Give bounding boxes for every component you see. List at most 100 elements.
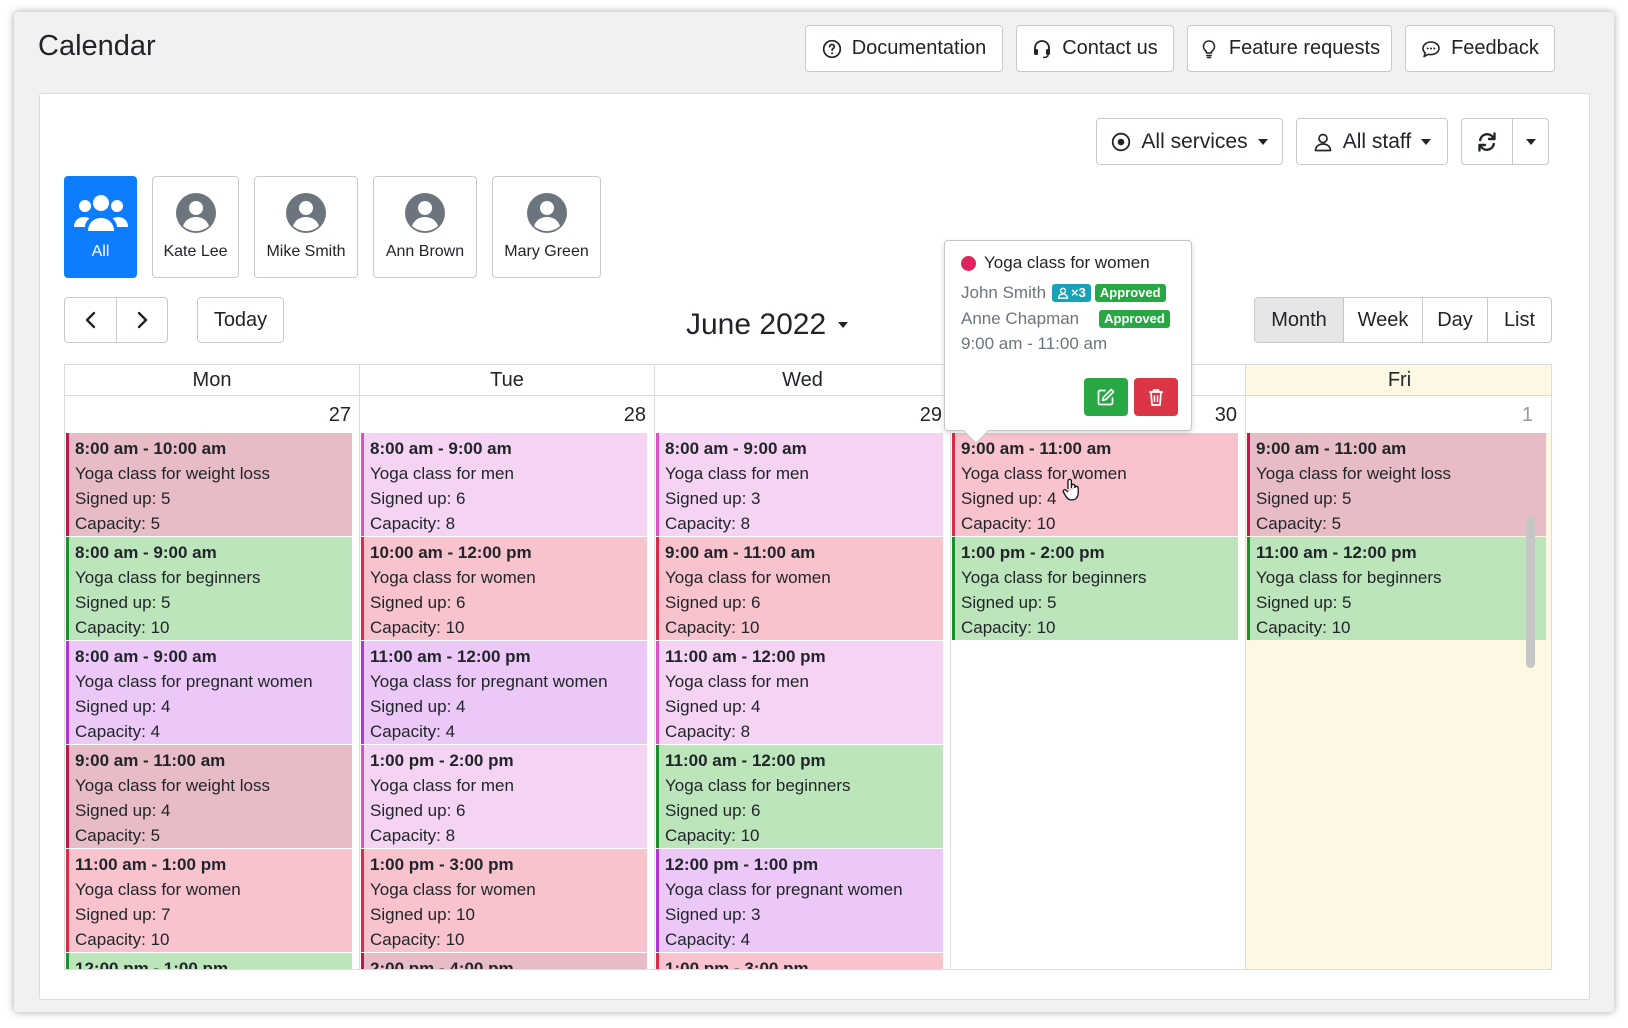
delete-event-button[interactable]: [1134, 378, 1178, 416]
view-label: Day: [1437, 308, 1473, 331]
event-title: Yoga class for pregnant women: [370, 672, 608, 691]
calendar-event[interactable]: 8:00 am - 9:00 am Yoga class for men Signe…: [361, 433, 647, 536]
event-title: Yoga class for pregnant women: [75, 672, 313, 691]
calendar-event[interactable]: 11:00 am - 12:00 pm Yoga class for beginn…: [656, 745, 943, 848]
event-signed-up: Signed up: 7: [75, 905, 171, 924]
status-badge: Approved: [1099, 310, 1170, 328]
event-time: 10:00 am - 12:00 pm: [370, 543, 532, 562]
feature-requests-button[interactable]: Feature requests: [1187, 25, 1392, 72]
day-number[interactable]: 1: [1246, 396, 1551, 433]
event-signed-up: Signed up: 5: [75, 489, 171, 508]
feedback-button[interactable]: Feedback: [1405, 25, 1555, 72]
documentation-label: Documentation: [851, 37, 987, 59]
event-capacity: Capacity: 10: [665, 618, 760, 637]
calendar-event[interactable]: 9:00 am - 11:00 am Yoga class for women Si…: [656, 537, 943, 640]
next-button[interactable]: [116, 297, 168, 343]
calendar-event[interactable]: 1:00 pm - 2:00 pm Yoga class for men Signe…: [361, 745, 647, 848]
staff-tile-all[interactable]: All: [64, 176, 137, 278]
calendar-event[interactable]: 9:00 am - 11:00 am Yoga class for weight …: [1247, 433, 1546, 536]
lightbulb-icon: [1202, 39, 1216, 58]
event-title: Yoga class for beginners: [75, 568, 261, 587]
day-number[interactable]: 27: [65, 396, 359, 433]
view-label: Month: [1271, 308, 1327, 331]
contact-us-button[interactable]: Contact us: [1016, 25, 1174, 72]
event-time: 8:00 am - 9:00 am: [75, 543, 217, 562]
calendar-event[interactable]: 12:00 pm - 1:00 pm: [66, 953, 352, 969]
day-column-thu: Thu309:00 am - 11:00 amYoga class for wo…: [951, 365, 1246, 969]
day-number[interactable]: 28: [360, 396, 654, 433]
staff-tile-mary-green[interactable]: Mary Green: [492, 176, 601, 278]
attendee-count: ×3: [1071, 285, 1086, 300]
day-number[interactable]: 29: [655, 396, 950, 433]
calendar-event[interactable]: 1:00 pm - 3:00 pm Yoga class for women Sig…: [361, 849, 647, 952]
refresh-options-dropdown[interactable]: [1512, 118, 1549, 165]
calendar-event[interactable]: 9:00 am - 11:00 am Yoga class for women Si…: [952, 433, 1238, 536]
calendar-event[interactable]: 8:00 am - 10:00 am Yoga class for weight …: [66, 433, 352, 536]
refresh-icon: [1478, 131, 1496, 152]
event-title: Yoga class for weight loss: [1256, 464, 1451, 483]
calendar-event[interactable]: 11:00 am - 1:00 pm Yoga class for women Si…: [66, 849, 352, 952]
event-capacity: Capacity: 4: [665, 930, 751, 949]
calendar-event[interactable]: 1:00 pm - 2:00 pm Yoga class for beginner…: [952, 537, 1238, 640]
staff-filter-dropdown[interactable]: All staff: [1296, 118, 1448, 165]
documentation-button[interactable]: Documentation: [805, 25, 1003, 72]
event-signed-up: Signed up: 3: [665, 905, 761, 924]
month-title-dropdown[interactable]: June 2022: [686, 308, 849, 342]
event-time: 2:00 pm - 4:00 pm: [370, 959, 514, 970]
event-signed-up: Signed up: 6: [370, 801, 466, 820]
event-time: 11:00 am - 1:00 pm: [75, 855, 227, 874]
calendar-event[interactable]: 11:00 am - 12:00 pm Yoga class for pregna…: [361, 641, 647, 744]
view-list-button[interactable]: List: [1487, 297, 1552, 343]
event-capacity: Capacity: 10: [75, 618, 170, 637]
user-avatar-icon: [405, 193, 445, 233]
calendar-scrollbar[interactable]: [1526, 516, 1535, 668]
caret-down-icon: [838, 322, 849, 328]
today-button[interactable]: Today: [197, 297, 284, 343]
view-month-button[interactable]: Month: [1254, 297, 1344, 343]
event-capacity: Capacity: 10: [961, 514, 1056, 533]
event-title: Yoga class for beginners: [1256, 568, 1442, 587]
calendar-event[interactable]: 8:00 am - 9:00 am Yoga class for men Signe…: [656, 433, 943, 536]
staff-tile-kate-lee[interactable]: Kate Lee: [152, 176, 239, 278]
event-signed-up: Signed up: 4: [75, 801, 171, 820]
event-title: Yoga class for women: [665, 568, 831, 587]
prev-button[interactable]: [64, 297, 117, 343]
event-title: Yoga class for men: [370, 776, 514, 795]
event-time: 8:00 am - 9:00 am: [370, 439, 512, 458]
calendar-event[interactable]: 1:00 pm - 3:00 pm: [656, 953, 943, 969]
calendar-event[interactable]: 9:00 am - 11:00 am Yoga class for weight …: [66, 745, 352, 848]
user-avatar-icon: [526, 193, 567, 233]
calendar-event[interactable]: 8:00 am - 9:00 am Yoga class for pregnant…: [66, 641, 352, 744]
refresh-button[interactable]: [1461, 118, 1513, 165]
trash-icon: [1149, 389, 1163, 406]
calendar-event[interactable]: 8:00 am - 9:00 am Yoga class for beginner…: [66, 537, 352, 640]
event-signed-up: Signed up: 4: [665, 697, 761, 716]
staff-tile-ann-brown[interactable]: Ann Brown: [373, 176, 477, 278]
attendee-name: Anne Chapman: [961, 309, 1080, 328]
day-column-wed: Wed 29 8:00 am - 9:00 am Yoga class for men…: [655, 365, 951, 969]
event-time: 8:00 am - 10:00 am: [75, 439, 227, 458]
event-time: 11:00 am - 12:00 pm: [665, 751, 826, 770]
view-day-button[interactable]: Day: [1422, 297, 1488, 343]
event-capacity: Capacity: 10: [961, 618, 1056, 637]
staff-tile-mike-smith[interactable]: Mike Smith: [254, 176, 358, 278]
event-title: Yoga class for weight loss: [75, 464, 270, 483]
calendar-event[interactable]: 2:00 pm - 4:00 pm: [361, 953, 647, 970]
user-avatar-icon: [286, 193, 326, 233]
view-week-button[interactable]: Week: [1343, 297, 1423, 343]
event-title: Yoga class for men: [665, 672, 809, 691]
event-capacity: Capacity: 10: [370, 930, 465, 949]
event-capacity: Capacity: 5: [1256, 514, 1342, 533]
staff-tile-name: Mike Smith: [266, 243, 346, 260]
target-icon: [1112, 132, 1131, 151]
calendar-event[interactable]: 11:00 am - 12:00 pm Yoga class for men Sig…: [656, 641, 943, 744]
calendar-event[interactable]: 12:00 pm - 1:00 pm Yoga class for pregnan…: [656, 849, 943, 952]
event-time: 8:00 am - 9:00 am: [75, 647, 217, 666]
edit-event-button[interactable]: [1084, 378, 1128, 416]
event-title: Yoga class for women: [75, 880, 241, 899]
services-filter-dropdown[interactable]: All services: [1096, 118, 1283, 165]
calendar-event[interactable]: 11:00 am - 12:00 pm Yoga class for beginn…: [1247, 537, 1546, 640]
chat-icon: [1422, 40, 1440, 57]
calendar-event[interactable]: 10:00 am - 12:00 pm Yoga class for women S…: [361, 537, 647, 640]
popover-attendee-row: Anne Chapman Approved: [961, 309, 1170, 329]
